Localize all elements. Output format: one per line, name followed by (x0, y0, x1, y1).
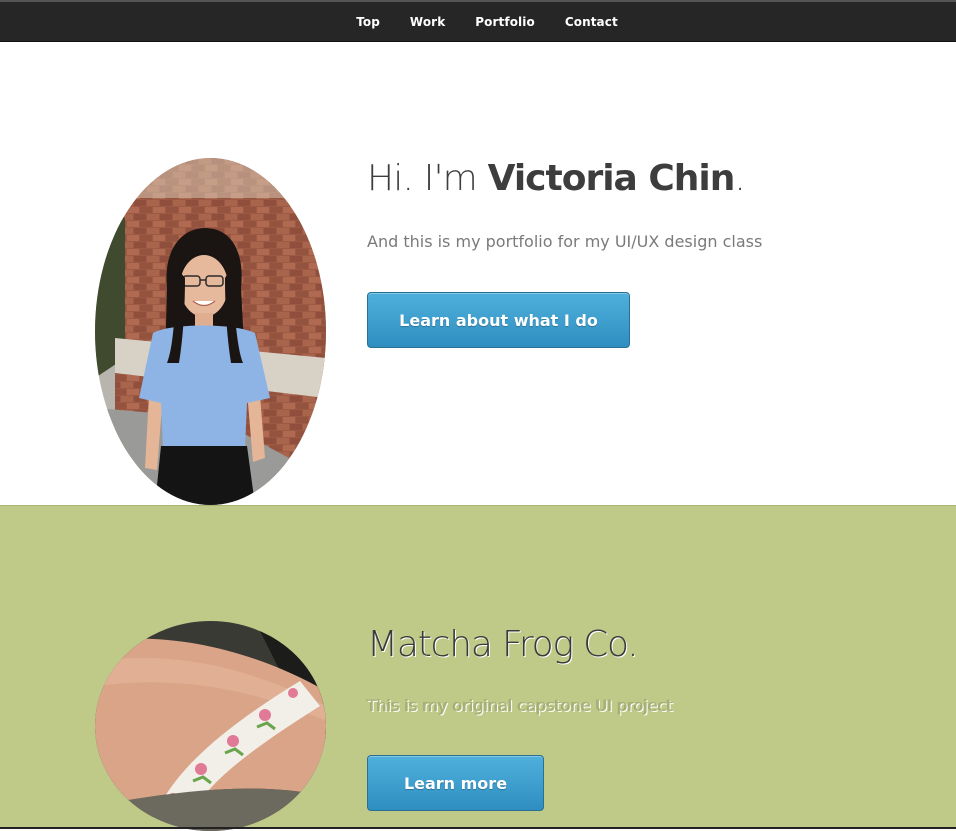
project-photo (95, 621, 326, 831)
work-title: Matcha Frog Co. (367, 624, 639, 665)
learn-about-button[interactable]: Learn about what I do (367, 292, 630, 348)
hero-section: Hi. I'm Victoria Chin. And this is my po… (0, 42, 956, 505)
top-nav: Top Work Portfolio Contact (0, 0, 956, 42)
profile-photo (95, 158, 326, 505)
learn-more-button[interactable]: Learn more (367, 755, 544, 811)
hero-title-suffix: . (734, 158, 746, 199)
nav-link-work[interactable]: Work (410, 15, 445, 29)
work-subtitle: This is my original capstone UI project (367, 696, 673, 715)
hero-title: Hi. I'm Victoria Chin. (367, 158, 746, 199)
hero-title-name: Victoria Chin (487, 158, 736, 199)
nav-link-contact[interactable]: Contact (565, 15, 618, 29)
hero-subtitle: And this is my portfolio for my UI/UX de… (367, 232, 763, 251)
nav-link-portfolio[interactable]: Portfolio (475, 15, 535, 29)
nav-link-top[interactable]: Top (356, 15, 380, 29)
work-section: Matcha Frog Co. This is my original caps… (0, 505, 956, 831)
hero-title-prefix: Hi. I'm (367, 158, 488, 199)
